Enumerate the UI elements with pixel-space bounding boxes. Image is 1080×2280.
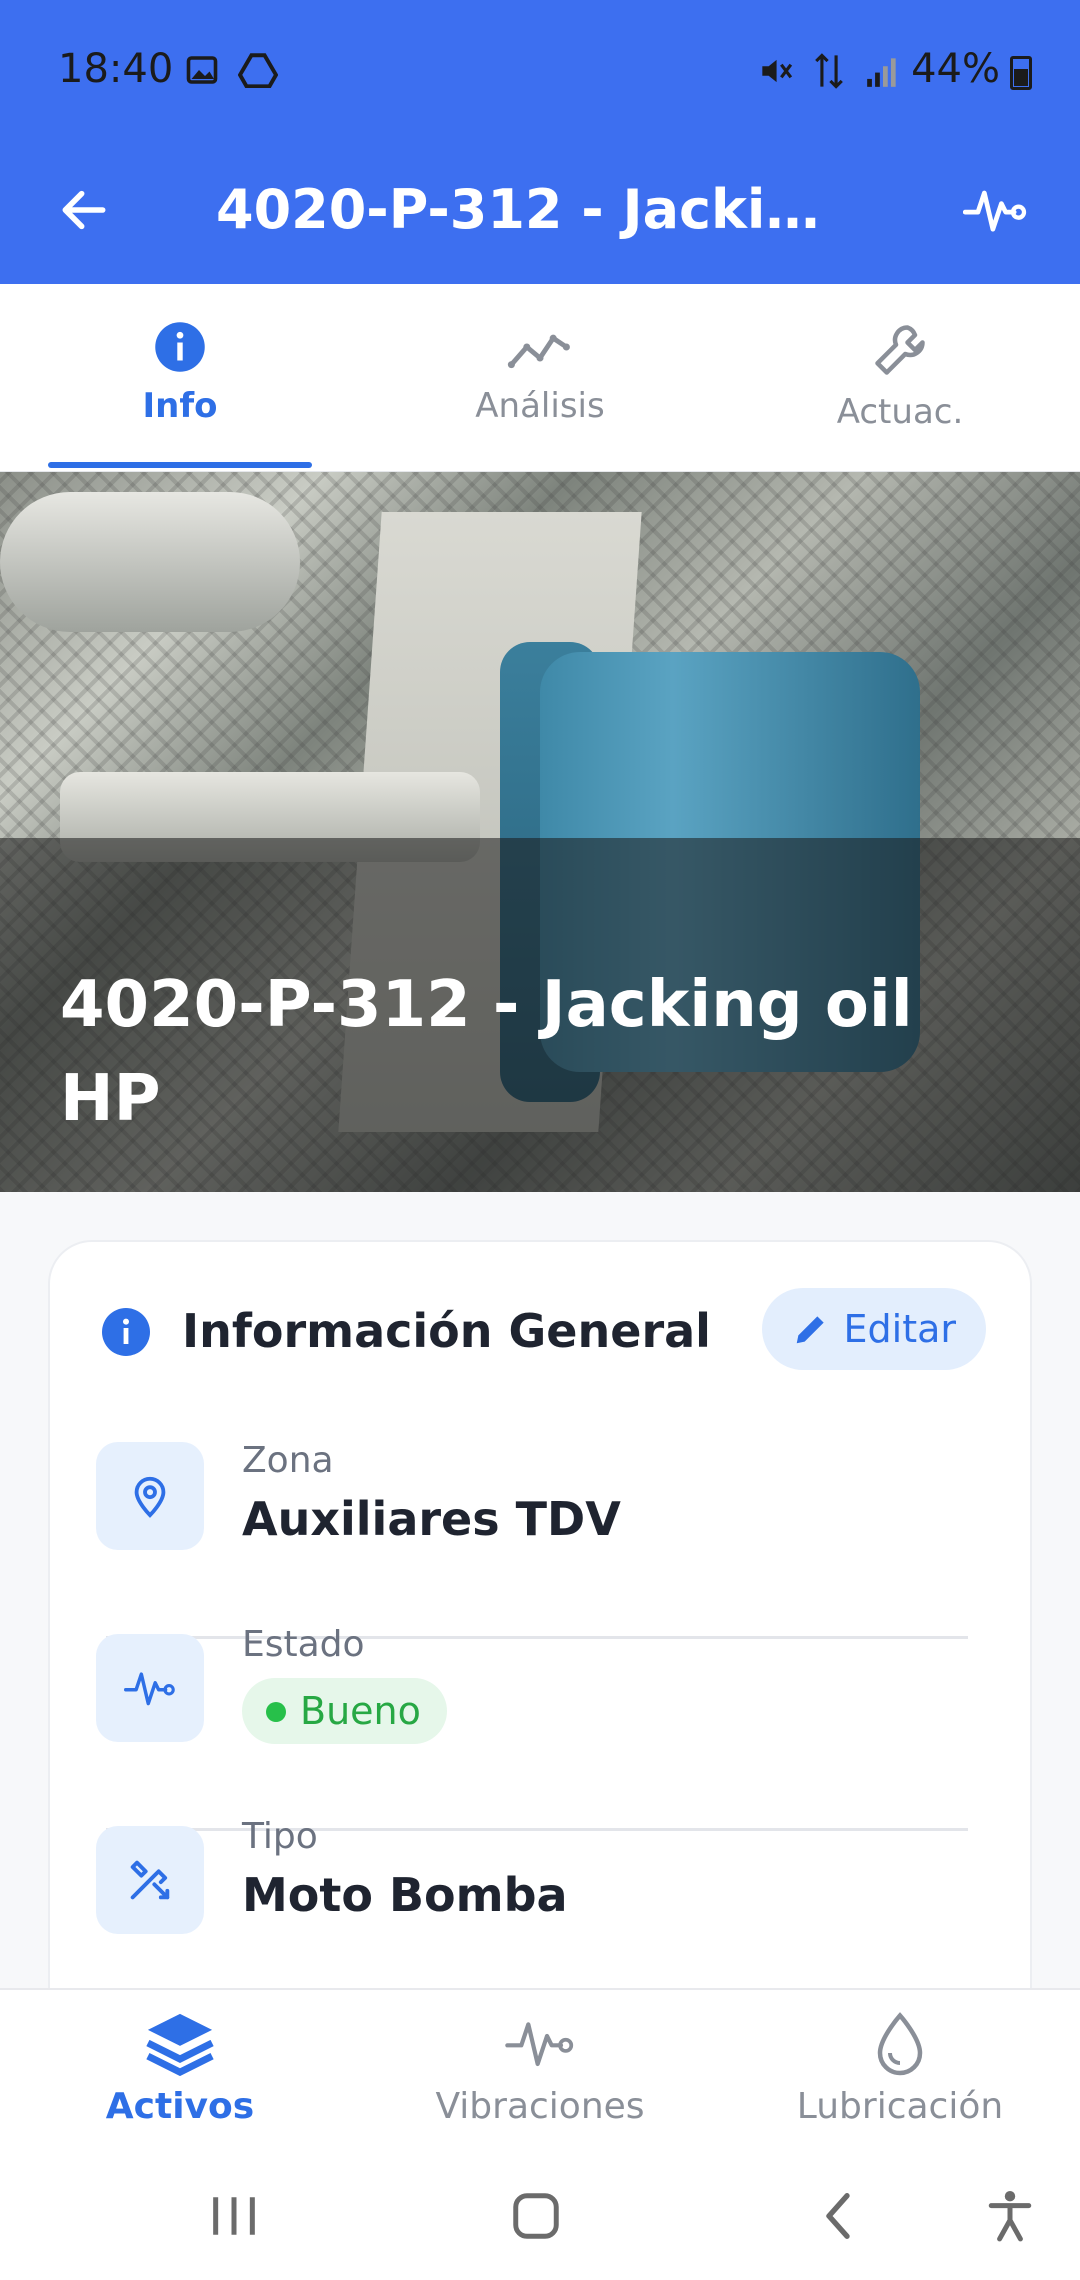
back-system-button[interactable]	[798, 2184, 878, 2248]
app-bar: 4020-P-312 - Jacking…	[0, 140, 1080, 284]
tab-bar: Info Análisis Actuac.	[0, 284, 1080, 472]
vibration-action-button[interactable]	[950, 170, 1040, 250]
gallery-icon	[186, 56, 218, 84]
pulse-icon	[96, 1634, 204, 1742]
info-icon	[102, 1308, 150, 1356]
status-time: 18:40	[58, 46, 174, 92]
tab-label: Análisis	[475, 386, 605, 426]
tab-info[interactable]: Info	[0, 284, 360, 472]
edit-label: Editar	[843, 1307, 957, 1351]
drop-icon	[877, 2012, 923, 2076]
system-navigation-bar	[0, 2148, 1080, 2280]
tab-active-indicator	[48, 462, 312, 468]
home-button[interactable]	[496, 2184, 576, 2248]
battery-percent: 44%	[911, 46, 1000, 92]
accessibility-icon	[988, 2191, 1032, 2242]
row-label: Tipo	[242, 1816, 318, 1857]
status-bar: 18:40 44%	[0, 0, 1080, 140]
mute-icon	[762, 59, 793, 83]
battery-icon	[1010, 56, 1032, 90]
content-area[interactable]: Información General Editar Zona Auxiliar…	[0, 1192, 1080, 1988]
back-button[interactable]	[44, 170, 124, 250]
pencil-icon	[796, 1316, 824, 1344]
tab-label: Info	[142, 386, 218, 426]
layers-icon	[146, 2013, 214, 2076]
tab-actuaciones[interactable]: Actuac.	[720, 284, 1080, 472]
drive-icon	[238, 53, 278, 88]
chevron-left-icon	[826, 2193, 850, 2239]
row-label: Estado	[242, 1624, 365, 1665]
vibration-icon	[505, 2022, 574, 2067]
trend-icon	[507, 334, 570, 369]
info-icon	[155, 322, 205, 372]
tools-icon	[96, 1826, 204, 1934]
recent-apps-icon	[213, 2197, 255, 2235]
nav-label: Vibraciones	[435, 2086, 645, 2127]
info-row-tipo: Tipo Moto Bomba	[96, 1816, 976, 1958]
asset-photo: 4020-P-312 - Jacking oil HP	[0, 472, 1080, 1192]
nav-label: Lubricación	[796, 2086, 1004, 2127]
nav-lubricacion[interactable]: Lubricación	[720, 1990, 1080, 2150]
data-icon	[815, 53, 843, 89]
general-info-card: Información General Editar Zona Auxiliar…	[48, 1240, 1032, 1988]
header: 18:40 44% 4020-P-312 - Jacking…	[0, 0, 1080, 284]
asset-title: 4020-P-312 - Jacking oil HP	[60, 968, 913, 1136]
recent-apps-button[interactable]	[194, 2184, 274, 2248]
page-title: 4020-P-312 - Jacking…	[216, 178, 856, 241]
tab-analisis[interactable]: Análisis	[360, 284, 720, 472]
pulse-icon	[963, 190, 1027, 232]
nav-vibraciones[interactable]: Vibraciones	[360, 1990, 720, 2150]
info-row-zona: Zona Auxiliares TDV	[96, 1440, 976, 1582]
info-row-estado: Estado Bueno	[96, 1624, 976, 1766]
wrench-icon	[875, 325, 925, 375]
location-pin-icon	[96, 1442, 204, 1550]
nav-activos[interactable]: Activos	[0, 1990, 360, 2150]
card-title: Información General	[182, 1304, 711, 1358]
tab-label: Actuac.	[836, 392, 964, 432]
status-dot	[266, 1702, 286, 1722]
row-value: Moto Bomba	[242, 1868, 568, 1922]
row-label: Zona	[242, 1440, 334, 1481]
arrow-left-icon	[62, 190, 106, 230]
edit-button[interactable]: Editar	[761, 1288, 986, 1370]
signal-icon	[867, 58, 896, 87]
status-badge: Bueno	[242, 1678, 447, 1744]
nav-label: Activos	[105, 2086, 255, 2127]
accessibility-button[interactable]	[970, 2184, 1050, 2248]
home-icon	[513, 2193, 559, 2239]
row-value: Auxiliares TDV	[242, 1492, 621, 1546]
bottom-navigation: Activos Vibraciones Lubricación	[0, 1988, 1080, 2148]
status-text: Bueno	[300, 1689, 421, 1733]
